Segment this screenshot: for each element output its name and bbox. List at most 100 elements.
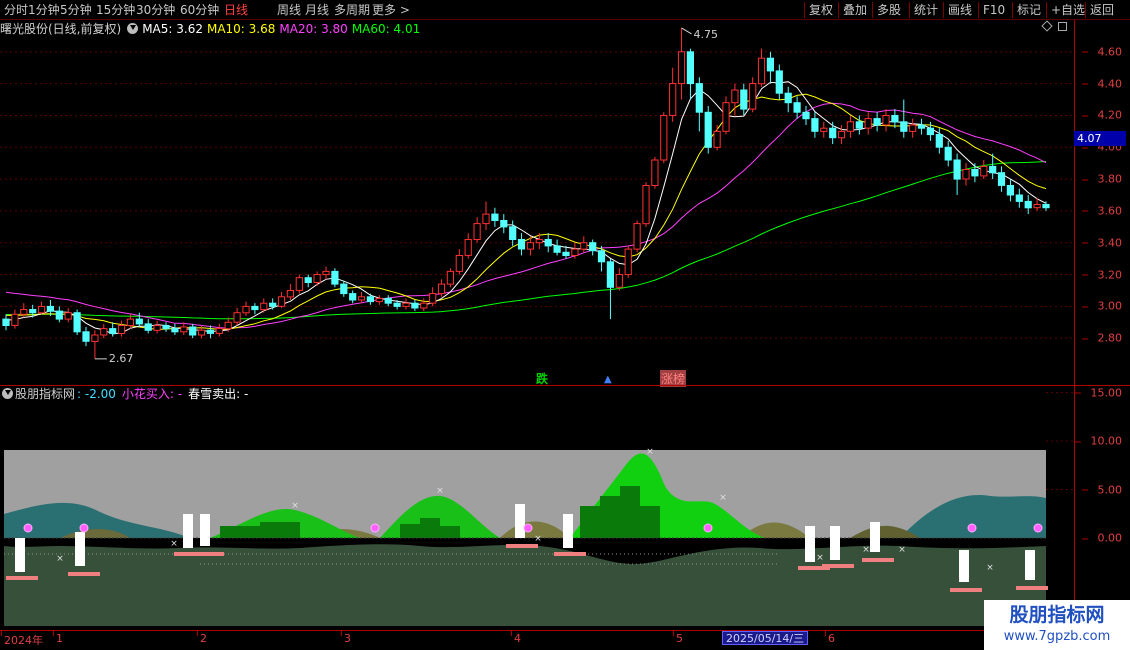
period-tab-6[interactable]: 日线	[224, 2, 248, 18]
candle-body	[340, 283, 348, 295]
toolbar-button-6[interactable]: 标记	[1017, 2, 1041, 18]
toolbar-button-3[interactable]: 统计	[914, 2, 938, 18]
signal-bar	[563, 514, 573, 548]
x-marker-icon: ×	[719, 493, 727, 503]
toolbar-divider	[804, 2, 805, 18]
indicator-chart[interactable]: × × × × × × × × × × ×	[0, 386, 1074, 630]
square-icon[interactable]	[1058, 22, 1067, 31]
candle-body	[402, 302, 410, 307]
candle-body	[624, 248, 632, 276]
toolbar-button-2[interactable]: 多股	[877, 2, 901, 18]
signal-base	[822, 564, 854, 568]
candle-body	[437, 283, 446, 295]
x-marker-icon: ×	[436, 486, 444, 496]
candle-body	[473, 223, 481, 241]
indicator-tick-label: 10.00	[1074, 434, 1122, 448]
period-tab-3[interactable]: 15分钟	[96, 2, 135, 18]
period-tab-2[interactable]: 5分钟	[60, 2, 92, 18]
candle-body	[917, 124, 926, 129]
ma10-line	[6, 93, 1047, 330]
signal-bar	[805, 526, 815, 562]
flower-icon	[23, 523, 33, 533]
candle-body	[144, 323, 152, 331]
candle-body	[864, 118, 872, 129]
price-tick-label: 4.60	[1081, 45, 1122, 59]
flower-icon	[1033, 523, 1043, 533]
period-tab-9[interactable]: 多周期	[334, 2, 370, 18]
candle-body	[589, 242, 597, 252]
candle-body	[935, 134, 943, 148]
candle-body	[713, 130, 721, 148]
toolbar-button-1[interactable]: 叠加	[843, 2, 867, 18]
candle-body	[464, 239, 472, 256]
candle-body	[420, 302, 428, 309]
toolbar-divider	[838, 2, 839, 18]
candle-body	[331, 270, 339, 285]
toolbar-divider	[1012, 2, 1013, 18]
candle-body	[224, 321, 232, 330]
candle-body	[926, 127, 934, 136]
x-marker-icon: ×	[170, 539, 178, 549]
toolbar-button-4[interactable]: 画线	[948, 2, 972, 18]
candle-body	[757, 57, 766, 85]
period-tab-1[interactable]: 1分钟	[28, 2, 60, 18]
period-tab-10[interactable]: 更多 >	[372, 2, 410, 18]
candle-body	[375, 297, 383, 303]
candle-body	[1006, 185, 1014, 196]
indicator-tick-label: 0.00	[1081, 531, 1122, 545]
candle-body	[357, 296, 366, 301]
candle-body	[482, 213, 490, 225]
price-tick-label: 3.40	[1081, 236, 1122, 250]
candle-body	[2, 318, 10, 327]
watermark-name: 股朋指标网	[1009, 604, 1105, 626]
candle-body	[64, 312, 72, 320]
candle-body	[802, 111, 810, 120]
candle-body	[171, 328, 179, 333]
time-tick	[1, 631, 2, 636]
candle-body	[295, 277, 303, 291]
candle-body	[953, 159, 961, 180]
candle-body	[509, 226, 517, 241]
watermark-logo: 股朋指标网 www.7gpzb.com	[984, 600, 1130, 650]
toolbar-button-5[interactable]: F10	[983, 2, 1005, 18]
toolbar-button-0[interactable]: 复权	[809, 2, 833, 18]
high-price-label: 4.75	[693, 27, 719, 41]
toolbar-divider	[978, 2, 979, 18]
candle-body	[535, 239, 543, 244]
period-tab-8[interactable]: 月线	[305, 2, 329, 18]
candlestick-chart[interactable]	[0, 20, 1074, 385]
period-tab-7[interactable]: 周线	[277, 2, 301, 18]
period-tab-0[interactable]: 分时	[4, 2, 28, 18]
candle-body	[242, 305, 250, 314]
candle-body	[562, 251, 570, 257]
candle-body	[29, 309, 37, 314]
toolbar-button-7[interactable]: +自选	[1051, 2, 1085, 18]
candle-body	[126, 318, 135, 327]
time-axis: 2024年 1 2 3 4 5 6	[0, 630, 1130, 650]
candle-body	[197, 329, 206, 336]
candle-body	[980, 165, 988, 177]
candle-body	[206, 329, 215, 334]
period-tab-4[interactable]: 30分钟	[136, 2, 175, 18]
flower-icon	[703, 523, 713, 533]
time-label: 3	[344, 632, 351, 645]
x-marker-icon: ×	[816, 553, 824, 563]
candle-body	[189, 326, 197, 336]
candle-body	[846, 121, 854, 132]
candle-body	[1024, 200, 1032, 209]
candle-body	[909, 124, 917, 132]
signal-base	[506, 544, 538, 548]
time-tick	[825, 631, 826, 636]
candle-body	[384, 297, 392, 304]
toolbar-button-8[interactable]: 返回	[1090, 2, 1114, 18]
x-marker-icon: ×	[862, 545, 870, 555]
signal-base	[192, 552, 224, 556]
flower-icon	[79, 523, 89, 533]
indicator-axis: 15.00 10.00 5.00 0.00	[1074, 386, 1130, 630]
candle-body	[1015, 194, 1023, 202]
price-tick-label: 3.00	[1081, 299, 1122, 313]
period-tab-5[interactable]: 60分钟	[180, 2, 219, 18]
candle-body	[215, 328, 223, 334]
indicator-lower-band	[4, 538, 1046, 626]
time-label: 5	[676, 632, 683, 645]
